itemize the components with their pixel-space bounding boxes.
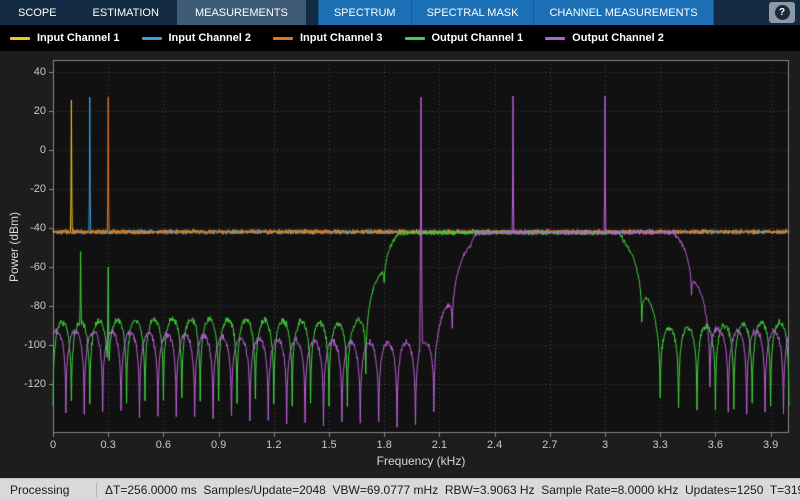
question-mark-icon: ? <box>774 5 790 20</box>
legend-item-label: Output Channel 1 <box>431 32 524 44</box>
spectrum-plot-area: 0 0.3 0.6 0.9 1.2 1.5 1.8 2.1 2.4 2.7 3 3.3 3.6 3.9 40… <box>0 51 800 478</box>
measurements-subtabs: SPECTRUM SPECTRAL MASK CHANNEL MEASUREME… <box>317 0 714 25</box>
x-tick-label: 2.7 <box>542 439 558 451</box>
help-button[interactable]: ? <box>769 2 795 23</box>
x-tick-label: 0.9 <box>210 439 227 451</box>
legend-item-input-channel-2[interactable]: Input Channel 2 <box>141 32 252 44</box>
x-tick-label: 3.6 <box>707 439 724 451</box>
tab-measurements[interactable]: MEASUREMENTS <box>176 0 306 25</box>
legend-item-output-channel-2[interactable]: Output Channel 2 <box>545 32 664 44</box>
status-stats: ΔT=256.0000 ms Samples/Update=2048 VBW=6… <box>96 482 800 497</box>
status-bar: Processing ΔT=256.0000 ms Samples/Update… <box>0 478 800 500</box>
y-tick-label: 40 <box>33 65 46 78</box>
tab-estimation[interactable]: ESTIMATION <box>75 0 177 25</box>
tab-scope[interactable]: SCOPE <box>0 0 75 25</box>
legend-color-swatch <box>141 36 162 40</box>
legend-item-label: Output Channel 2 <box>572 32 664 44</box>
x-tick-label: 1.5 <box>321 439 337 451</box>
legend-item-input-channel-3[interactable]: Input Channel 3 <box>273 32 383 44</box>
x-axis-title: Frequency (kHz) <box>376 454 466 468</box>
legend-color-swatch <box>404 36 425 40</box>
legend: Input Channel 1 Input Channel 2 Input Ch… <box>0 25 800 51</box>
x-tick-label: 2.4 <box>486 439 503 451</box>
status-state: Processing <box>10 482 70 497</box>
x-tick-label: 0.6 <box>155 439 172 451</box>
x-tick-label: 3 <box>601 439 609 451</box>
y-tick-label: 0 <box>39 143 46 156</box>
x-tick-label: 3.9 <box>762 439 779 451</box>
toolbar: SCOPE ESTIMATION MEASUREMENTS SPECTRUM S… <box>0 0 800 25</box>
x-tick-label: 0.3 <box>100 439 116 451</box>
legend-item-label: Input Channel 1 <box>37 32 120 44</box>
legend-item-label: Input Channel 3 <box>300 32 383 44</box>
y-tick-label: 20 <box>33 104 46 117</box>
x-tick-label: 1.2 <box>266 439 282 451</box>
subtab-spectrum[interactable]: SPECTRUM <box>317 0 412 25</box>
legend-color-swatch <box>10 36 30 40</box>
y-tick-label: -80 <box>30 300 46 313</box>
x-tick-label: 0 <box>49 439 57 451</box>
x-tick-label: 2.1 <box>431 439 448 451</box>
subtab-channel-measurements[interactable]: CHANNEL MEASUREMENTS <box>534 0 714 25</box>
legend-item-input-channel-1[interactable]: Input Channel 1 <box>10 32 120 44</box>
legend-item-label: Input Channel 2 <box>168 32 252 44</box>
y-axis-title: Power (dBm) <box>7 212 21 283</box>
legend-item-output-channel-1[interactable]: Output Channel 1 <box>404 32 524 44</box>
y-tick-label: -100 <box>23 339 46 352</box>
x-tick-label: 3.3 <box>652 439 668 451</box>
subtab-spectral-mask[interactable]: SPECTRAL MASK <box>412 0 535 25</box>
legend-color-swatch <box>545 36 566 40</box>
spectrum-plot-canvas[interactable] <box>0 51 800 478</box>
x-tick-label: 1.8 <box>376 439 392 451</box>
legend-color-swatch <box>273 36 293 40</box>
y-tick-label: -20 <box>30 182 46 195</box>
y-tick-label: -120 <box>23 378 46 391</box>
